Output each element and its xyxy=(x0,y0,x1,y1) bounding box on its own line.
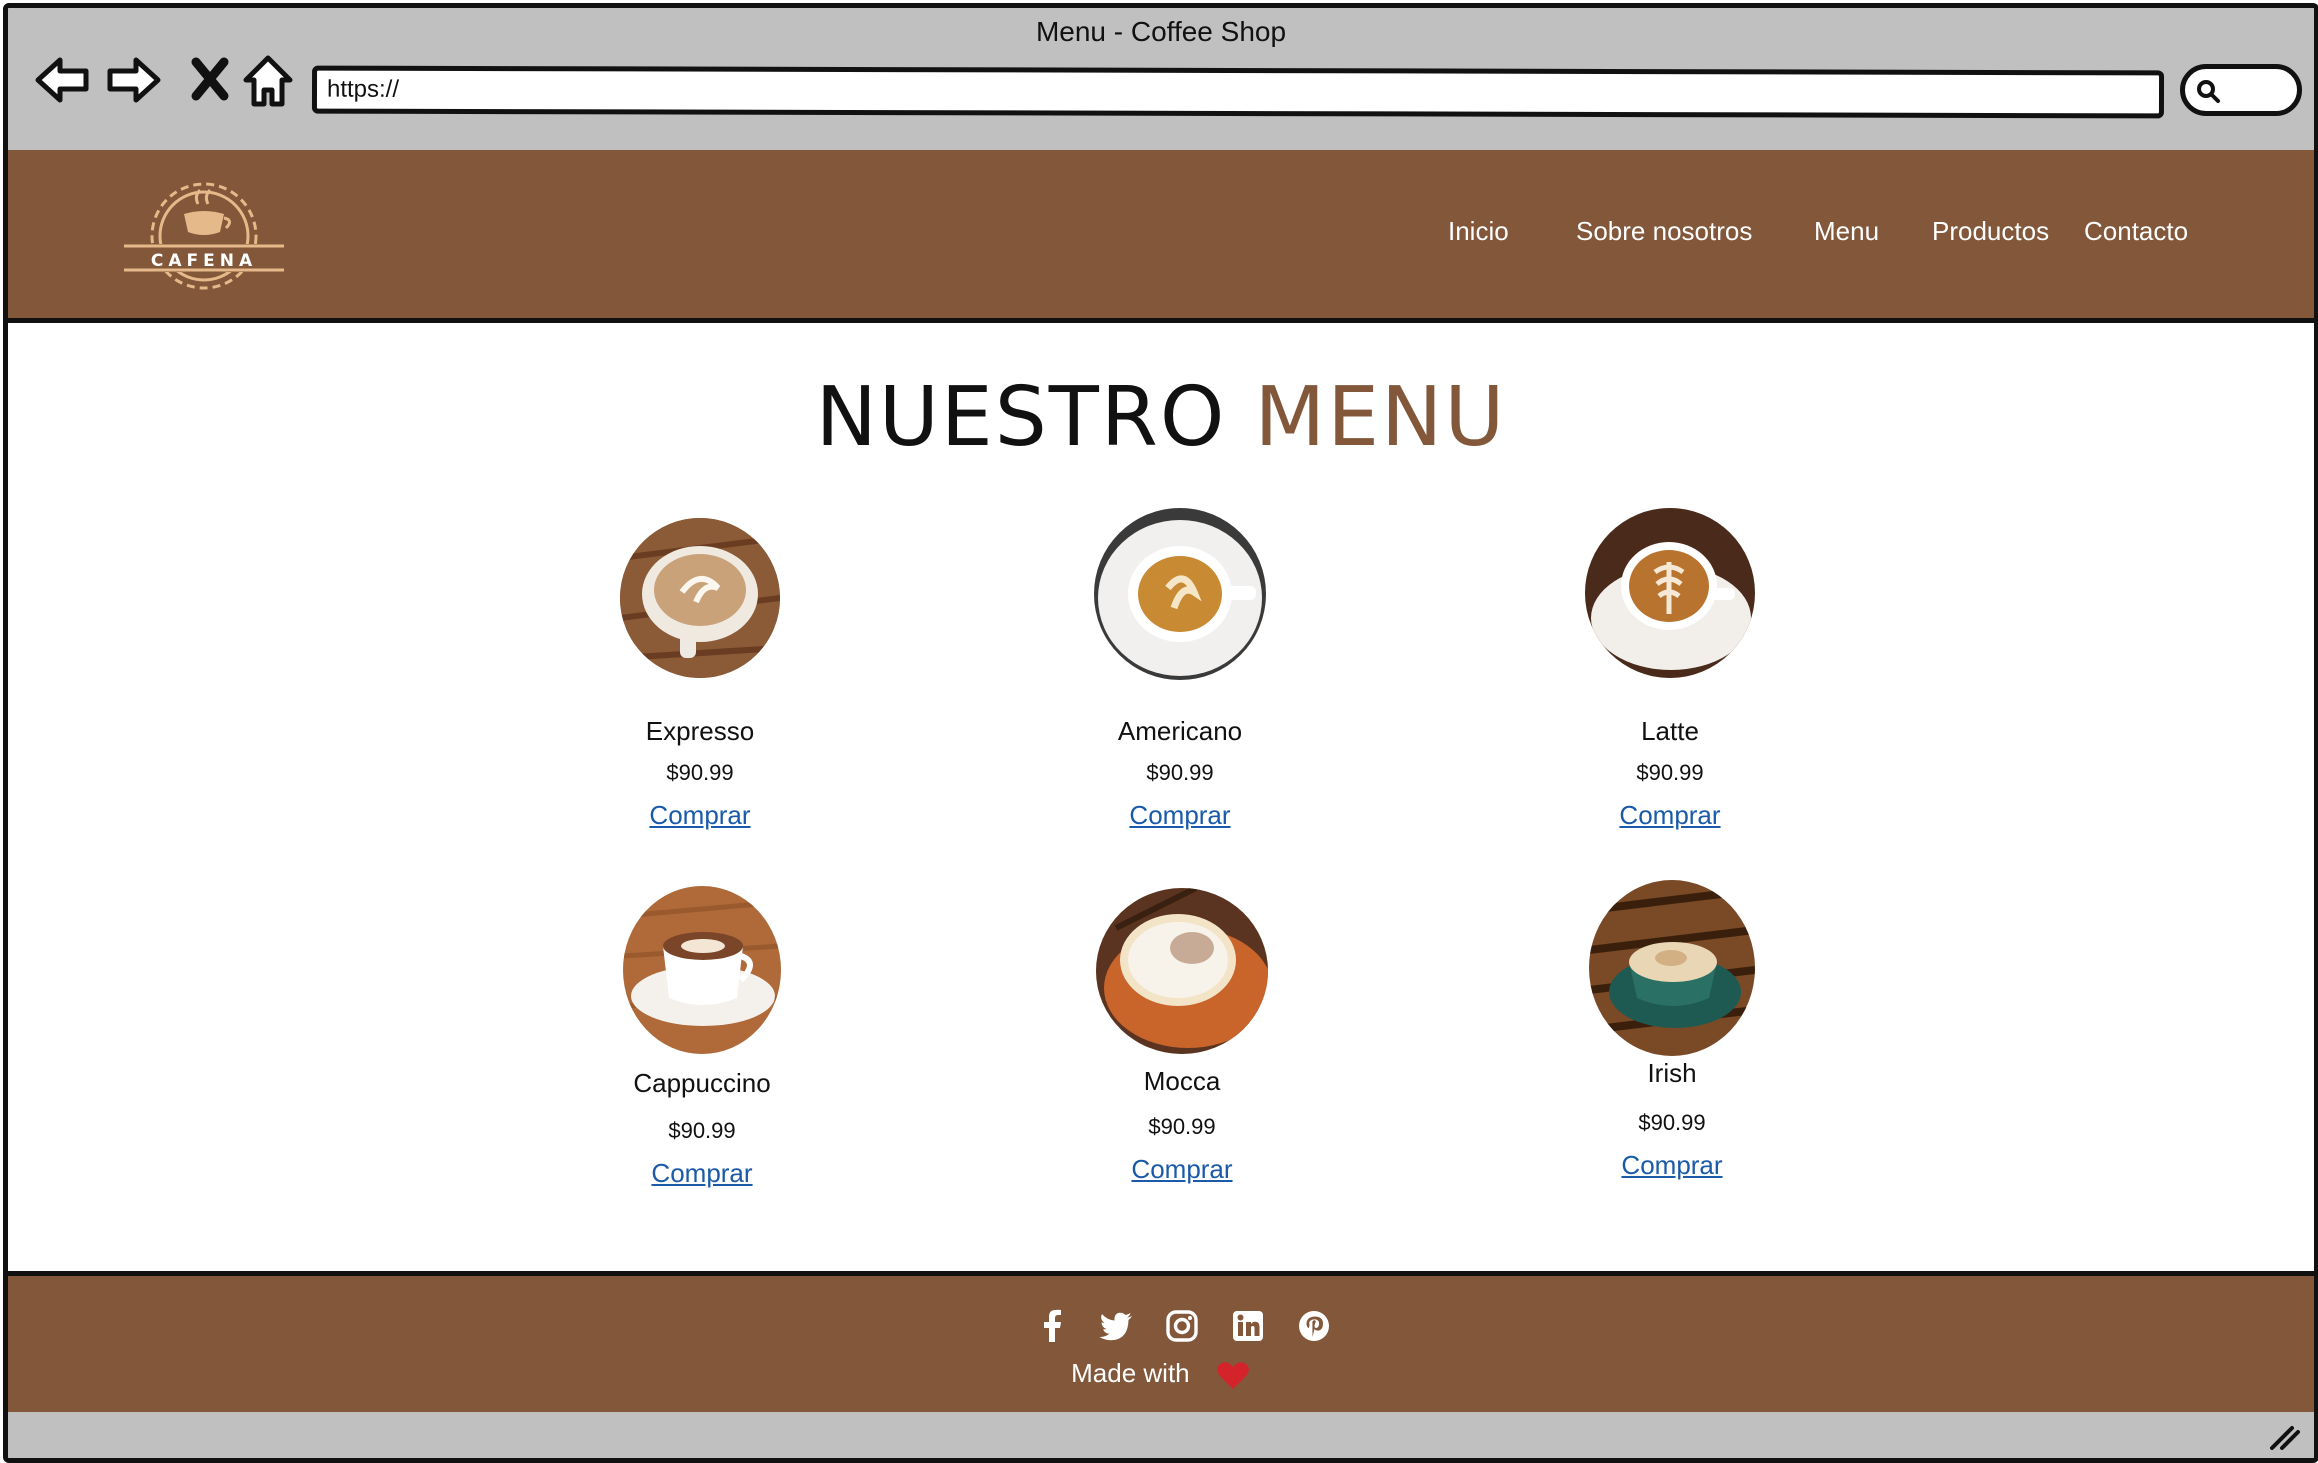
expresso-photo[interactable] xyxy=(620,518,780,678)
twitter-link[interactable] xyxy=(1098,1308,1134,1344)
irish-photo[interactable] xyxy=(1589,880,1755,1056)
item-name: Mocca xyxy=(1143,1066,1221,1096)
menu-card-latte: Latte $90.99 Comprar xyxy=(1540,508,1800,830)
buy-link[interactable]: Comprar xyxy=(570,800,830,831)
linkedin-icon xyxy=(1233,1311,1263,1341)
twitter-icon xyxy=(1099,1312,1132,1341)
item-price: $90.99 xyxy=(1636,760,1704,785)
cappuccino-photo[interactable] xyxy=(623,886,781,1054)
browser-window: Menu - Coffee Shop https:// CAFENA Inici… xyxy=(3,3,2318,1463)
made-with-line: Made with xyxy=(8,1358,2314,1391)
page-title-part1: NUESTRO xyxy=(815,370,1227,465)
item-price: $90.99 xyxy=(668,1118,736,1143)
buy-link[interactable]: Comprar xyxy=(1050,800,1310,831)
site-header: CAFENA Inicio Sobre nosotros Menu Produc… xyxy=(8,150,2314,323)
nav-productos[interactable]: Productos xyxy=(1932,216,2049,247)
nav-menu[interactable]: Menu xyxy=(1814,216,1879,247)
browser-chrome: Menu - Coffee Shop https:// xyxy=(8,8,2314,155)
heart-icon xyxy=(1217,1362,1249,1390)
item-name: Expresso xyxy=(645,716,755,746)
buy-link[interactable]: Comprar xyxy=(572,1158,832,1189)
page-title-part2: MENU xyxy=(1254,370,1507,465)
nav-inicio[interactable]: Inicio xyxy=(1448,216,1509,247)
home-button[interactable] xyxy=(238,50,298,110)
address-bar[interactable]: https:// xyxy=(311,65,2165,119)
menu-card-americano: Americano $90.99 Comprar xyxy=(1050,508,1310,830)
nav-contacto[interactable]: Contacto xyxy=(2084,216,2188,247)
menu-card-mocca: Mocca $90.99 Comprar xyxy=(1052,888,1312,1184)
item-price: $90.99 xyxy=(1638,1110,1706,1135)
logo-text: CAFENA xyxy=(151,251,257,271)
item-price: $90.99 xyxy=(1146,760,1214,785)
made-with-text: Made with xyxy=(1071,1358,1190,1388)
close-icon xyxy=(191,57,229,101)
home-icon xyxy=(243,55,293,107)
buy-link[interactable]: Comprar xyxy=(1540,800,1800,831)
stop-button[interactable] xyxy=(180,50,240,110)
menu-card-irish: Irish $90.99 Comprar xyxy=(1542,880,1802,1180)
item-name: Latte xyxy=(1641,716,1699,746)
item-name: Americano xyxy=(1117,716,1243,746)
resize-grip-icon[interactable] xyxy=(2268,1422,2302,1452)
facebook-icon xyxy=(1044,1309,1061,1342)
latte-photo[interactable] xyxy=(1585,508,1755,678)
cafena-logo[interactable]: CAFENA xyxy=(124,170,284,306)
back-button[interactable] xyxy=(32,50,92,110)
buy-link[interactable]: Comprar xyxy=(1052,1154,1312,1185)
item-name: Irish xyxy=(1647,1058,1697,1088)
arrow-left-icon xyxy=(35,57,89,103)
buy-link[interactable]: Comprar xyxy=(1542,1150,1802,1181)
forward-button[interactable] xyxy=(104,50,164,110)
menu-card-expresso: Expresso $90.99 Comprar xyxy=(570,518,830,830)
pinterest-icon xyxy=(1299,1311,1329,1341)
linkedin-link[interactable] xyxy=(1230,1308,1266,1344)
nav-sobre-nosotros[interactable]: Sobre nosotros xyxy=(1576,216,1752,247)
americano-photo[interactable] xyxy=(1094,508,1266,680)
browser-status-bar xyxy=(8,1412,2314,1458)
instagram-icon xyxy=(1166,1310,1198,1342)
instagram-link[interactable] xyxy=(1164,1308,1200,1344)
item-price: $90.99 xyxy=(1148,1114,1216,1139)
pinterest-link[interactable] xyxy=(1296,1308,1332,1344)
arrow-right-icon xyxy=(107,57,161,103)
search-icon xyxy=(2197,80,2220,103)
browser-search[interactable] xyxy=(2180,64,2302,116)
facebook-link[interactable] xyxy=(1034,1308,1070,1344)
site-footer: Made with xyxy=(8,1271,2314,1417)
menu-card-cappuccino: Cappuccino $90.99 Comprar xyxy=(572,886,832,1188)
item-name: Cappuccino xyxy=(633,1068,771,1098)
item-price: $90.99 xyxy=(666,760,734,785)
page-title: NUESTRO MENU xyxy=(8,370,2314,465)
window-title: Menu - Coffee Shop xyxy=(1035,16,1287,47)
mocca-photo[interactable] xyxy=(1096,888,1268,1054)
